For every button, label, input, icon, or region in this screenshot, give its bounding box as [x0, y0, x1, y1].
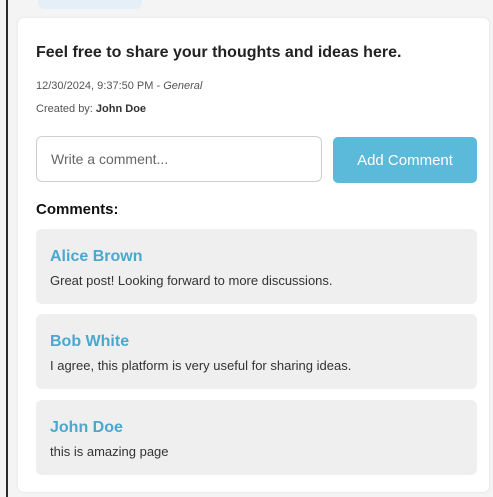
- comment-author[interactable]: Alice Brown: [50, 248, 142, 266]
- comment-text: I agree, this platform is very useful fo…: [50, 358, 352, 373]
- post-category: General: [163, 80, 203, 92]
- comment-text: this is amazing page: [50, 444, 169, 459]
- post-timestamp: 12/30/2024, 9:37:50 PM: [36, 80, 154, 92]
- created-by-label: Created by:: [36, 103, 96, 115]
- post-title: Feel free to share your thoughts and ide…: [36, 44, 402, 61]
- comment-author[interactable]: John Doe: [50, 419, 123, 437]
- post-meta: 12/30/2024, 9:37:50 PM - General: [36, 80, 202, 92]
- comment-item: Bob White I agree, this platform is very…: [36, 314, 477, 389]
- meta-separator: -: [153, 80, 164, 92]
- top-tab-remnant: [38, 0, 142, 9]
- comment-item: John Doe this is amazing page: [36, 400, 477, 475]
- comment-text: Great post! Looking forward to more disc…: [50, 273, 333, 288]
- post-author: John Doe: [95, 103, 147, 115]
- comments-heading: Comments:: [36, 201, 119, 218]
- comment-author[interactable]: Bob White: [50, 333, 129, 351]
- add-comment-button[interactable]: Add Comment: [333, 137, 477, 183]
- left-border: [6, 0, 8, 497]
- comment-item: Alice Brown Great post! Looking forward …: [36, 229, 477, 304]
- comment-input[interactable]: [36, 136, 322, 182]
- post-card: Feel free to share your thoughts and ide…: [18, 18, 489, 492]
- post-created-by: Created by: John Doe: [36, 103, 146, 115]
